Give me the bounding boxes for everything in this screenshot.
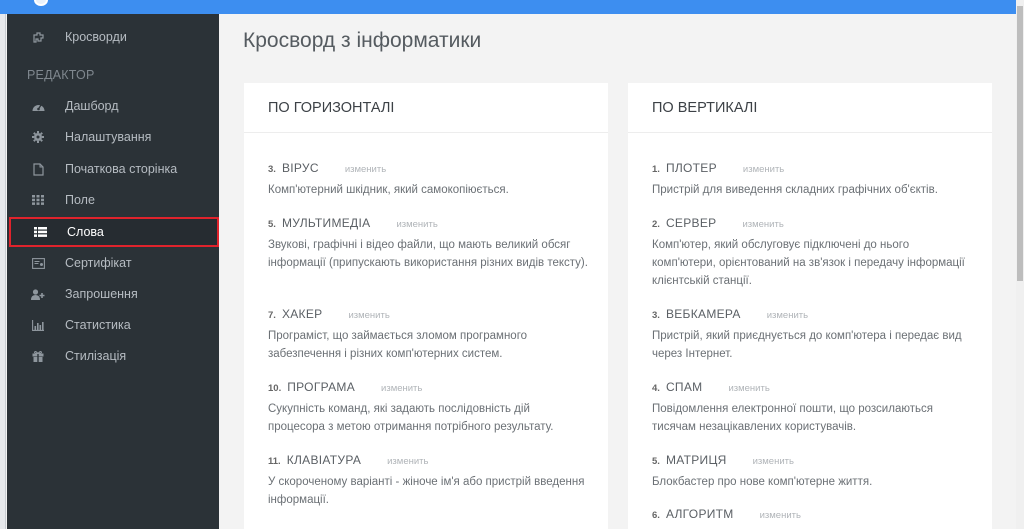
- grid-icon: [31, 193, 45, 207]
- edit-link[interactable]: изменить: [396, 219, 437, 230]
- edit-link[interactable]: изменить: [760, 510, 801, 521]
- entry-description: Комп'ютер, який обслуговує підключені до…: [652, 239, 965, 287]
- entry-word: ВЕБКАМЕРА: [665, 307, 741, 321]
- sidebar: Кросворди РЕДАКТОР Дашборд Налаштування …: [7, 14, 219, 529]
- entry-description: Пристрій, який приєднується до комп'ютер…: [652, 330, 962, 360]
- sidebar-item-label: Кросворди: [65, 30, 127, 44]
- sidebar-item-certificate[interactable]: Сертифікат: [7, 248, 219, 278]
- vertical-scrollbar[interactable]: [1016, 0, 1024, 529]
- window-edge: [0, 0, 6, 529]
- gear-icon: [31, 130, 45, 144]
- edit-link[interactable]: изменить: [767, 310, 808, 321]
- edit-link[interactable]: изменить: [753, 456, 794, 467]
- edit-link[interactable]: изменить: [345, 164, 386, 175]
- entry-word: ВІРУС: [281, 161, 319, 175]
- down-entry: 1. ПЛОТЕР изменить Пристрій для виведення …: [652, 161, 972, 199]
- sidebar-item-label: Поле: [65, 193, 95, 207]
- down-entry: 4. СПАМ изменить Повідомлення електронної …: [652, 380, 972, 436]
- sidebar-item-label: Запрошення: [65, 287, 138, 301]
- entry-description: У скороченому варіанті - жіноче ім'я або…: [268, 476, 585, 506]
- entry-number: 5.: [652, 456, 660, 467]
- edit-link[interactable]: изменить: [348, 310, 389, 321]
- across-entry: 11. КЛАВІАТУРА изменить У скороченому варі…: [268, 453, 588, 509]
- across-entry: 7. ХАКЕР изменить Програміст, що займаєтьс…: [268, 307, 588, 363]
- entry-number: 5.: [268, 219, 276, 230]
- entry-word: ПЛОТЕР: [665, 161, 717, 175]
- sidebar-item-words[interactable]: Слова: [9, 217, 219, 247]
- edit-link[interactable]: изменить: [742, 219, 783, 230]
- scrollbar-thumb[interactable]: [1017, 6, 1023, 281]
- down-entry: 6. АЛГОРИТМ изменить: [652, 507, 972, 523]
- edit-link[interactable]: изменить: [381, 383, 422, 394]
- sidebar-item-label: Початкова сторінка: [65, 162, 178, 176]
- sidebar-section-heading: РЕДАКТОР: [27, 68, 95, 82]
- bar-chart-icon: [31, 318, 45, 332]
- sidebar-item-statistics[interactable]: Статистика: [7, 310, 219, 340]
- edit-link[interactable]: изменить: [728, 383, 769, 394]
- add-user-icon: [31, 287, 45, 301]
- entry-number: 6.: [652, 510, 660, 521]
- entry-number: 1.: [652, 164, 660, 175]
- across-card: ПО ГОРИЗОНТАЛІ 3. ВІРУС изменить Комп'ютер…: [244, 83, 608, 529]
- entry-word: АЛГОРИТМ: [665, 507, 734, 521]
- file-icon: [31, 162, 45, 176]
- gift-icon: [31, 349, 45, 363]
- entry-number: 4.: [652, 383, 660, 394]
- down-entry: 3. ВЕБКАМЕРА изменить Пристрій, який приєд…: [652, 307, 972, 363]
- edit-link[interactable]: изменить: [387, 456, 428, 467]
- entry-description: Пристрій для виведення складних графічни…: [652, 184, 938, 196]
- sidebar-item-label: Стилізація: [65, 349, 127, 363]
- entry-word: МАТРИЦЯ: [665, 453, 727, 467]
- across-entry: 5. МУЛЬТИМЕДІА изменить Звукові, графічні …: [268, 216, 588, 272]
- across-card-title: ПО ГОРИЗОНТАЛІ: [244, 83, 608, 133]
- sidebar-item-label: Слова: [67, 225, 104, 239]
- entry-word: ХАКЕР: [281, 307, 323, 321]
- entry-description: Повідомлення електронної пошти, що розси…: [652, 403, 933, 433]
- page-title: Кросворд з інформатики: [243, 29, 482, 52]
- entry-description: Комп'ютерний шкідник, який самокопіюєтьс…: [268, 184, 509, 196]
- entry-description: Блокбастер про нове комп'ютерне життя.: [652, 476, 873, 488]
- edit-link[interactable]: изменить: [743, 164, 784, 175]
- entry-word: ПРОГРАМА: [287, 380, 356, 394]
- sidebar-item-invitations[interactable]: Запрошення: [7, 279, 219, 309]
- down-card-title: ПО ВЕРТИКАЛІ: [628, 83, 992, 133]
- entry-number: 10.: [268, 383, 282, 394]
- sidebar-item-field[interactable]: Поле: [7, 185, 219, 215]
- entry-word: КЛАВІАТУРА: [286, 453, 362, 467]
- entry-word: СПАМ: [665, 380, 703, 394]
- down-entry: 5. МАТРИЦЯ изменить Блокбастер про нове ко…: [652, 453, 972, 491]
- sidebar-item-crosswords[interactable]: Кросворди: [7, 22, 219, 52]
- entry-word: СЕРВЕР: [665, 216, 717, 230]
- certificate-icon: [31, 256, 45, 270]
- dashboard-icon: [31, 99, 45, 113]
- entry-description: Програміст, що займається зломом програм…: [268, 330, 528, 360]
- entry-number: 11.: [268, 456, 281, 467]
- sidebar-item-styling[interactable]: Стилізація: [7, 341, 219, 371]
- down-card: ПО ВЕРТИКАЛІ 1. ПЛОТЕР изменить Пристрій д…: [628, 83, 992, 529]
- entry-number: 3.: [268, 164, 276, 175]
- sidebar-item-label: Статистика: [65, 318, 131, 332]
- down-entry: 2. СЕРВЕР изменить Комп'ютер, який обслуго…: [652, 216, 972, 290]
- entry-number: 2.: [652, 219, 660, 230]
- sidebar-item-start-page[interactable]: Початкова сторінка: [7, 154, 219, 184]
- entry-number: 7.: [268, 310, 276, 321]
- puzzle-icon: [31, 30, 45, 44]
- entry-description: Звукові, графічні і відео файли, що мают…: [268, 239, 588, 269]
- sidebar-item-label: Сертифікат: [65, 256, 132, 270]
- sidebar-item-dashboard[interactable]: Дашборд: [7, 91, 219, 121]
- sidebar-item-settings[interactable]: Налаштування: [7, 122, 219, 152]
- top-bar: [0, 0, 1016, 14]
- entry-word: МУЛЬТИМЕДІА: [281, 216, 371, 230]
- entry-number: 3.: [652, 310, 660, 321]
- list-icon: [33, 225, 47, 239]
- across-entry: 10. ПРОГРАМА изменить Сукупність команд, я…: [268, 380, 588, 436]
- entry-description: Сукупність команд, які задають послідовн…: [268, 403, 554, 433]
- logo-icon[interactable]: [34, 0, 48, 6]
- sidebar-item-label: Дашборд: [65, 99, 119, 113]
- app-window: Кросворди РЕДАКТОР Дашборд Налаштування …: [0, 0, 1024, 529]
- across-entry: 3. ВІРУС изменить Комп'ютерний шкідник, як…: [268, 161, 588, 199]
- sidebar-item-label: Налаштування: [65, 130, 152, 144]
